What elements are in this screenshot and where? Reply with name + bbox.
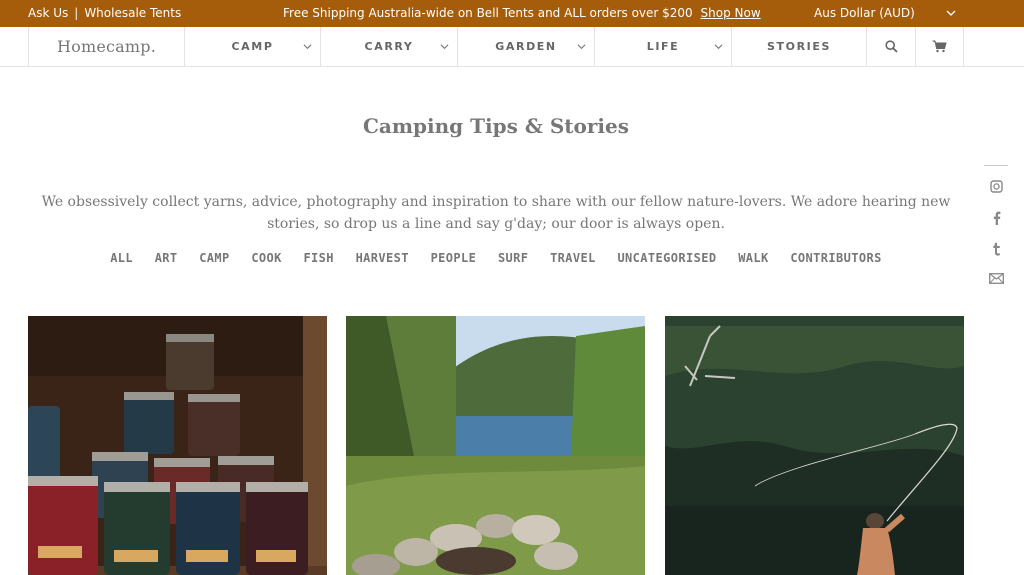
nav-item-label: STORIES: [767, 40, 831, 53]
instagram-icon[interactable]: [984, 180, 1008, 211]
category-cook[interactable]: COOK: [251, 251, 282, 265]
site-logo[interactable]: Homecamp.: [28, 27, 184, 66]
category-contributors[interactable]: CONTRIBUTORS: [790, 251, 882, 265]
nav-item-label: GARDEN: [495, 40, 557, 53]
search-button[interactable]: [866, 27, 915, 66]
shop-now-link[interactable]: Shop Now: [701, 6, 761, 20]
story-card-image[interactable]: [28, 316, 327, 575]
category-filter: ALL ART CAMP COOK FISH HARVEST PEOPLE SU…: [0, 251, 992, 265]
chevron-down-icon: [440, 44, 449, 50]
nav-item-camp[interactable]: CAMP: [184, 27, 320, 66]
story-card-image[interactable]: [346, 316, 645, 575]
chevron-down-icon: [303, 44, 312, 50]
nav-item-carry[interactable]: CARRY: [320, 27, 457, 66]
category-harvest[interactable]: HARVEST: [356, 251, 409, 265]
promo-text: Free Shipping Australia-wide on Bell Ten…: [283, 6, 693, 20]
ask-us-link[interactable]: Ask Us: [28, 6, 68, 20]
category-uncategorised[interactable]: UNCATEGORISED: [617, 251, 716, 265]
social-divider: [984, 165, 1008, 166]
campfire-lake-photo: [346, 316, 645, 575]
nav-item-life[interactable]: LIFE: [594, 27, 731, 66]
promo-message: Free Shipping Australia-wide on Bell Ten…: [283, 6, 761, 20]
category-surf[interactable]: SURF: [498, 251, 529, 265]
main-navigation: Homecamp. CAMP CARRY GARDEN LIFE STORIES: [0, 27, 1024, 67]
facebook-icon[interactable]: [984, 211, 1008, 242]
page-title: Camping Tips & Stories: [363, 114, 629, 138]
category-travel[interactable]: TRAVEL: [550, 251, 596, 265]
category-walk[interactable]: WALK: [738, 251, 769, 265]
topbar-separator: |: [74, 6, 79, 20]
category-camp[interactable]: CAMP: [199, 251, 230, 265]
currency-label: Aus Dollar (AUD): [814, 6, 915, 20]
category-fish[interactable]: FISH: [303, 251, 334, 265]
chevron-down-icon[interactable]: [946, 8, 956, 18]
chevron-down-icon: [577, 44, 586, 50]
nav-item-garden[interactable]: GARDEN: [457, 27, 594, 66]
search-icon: [884, 40, 898, 53]
cart-button[interactable]: [915, 27, 963, 66]
currency-selector[interactable]: Aus Dollar (AUD): [814, 6, 915, 20]
category-art[interactable]: ART: [155, 251, 178, 265]
nav-divider: [963, 27, 964, 66]
social-links: [984, 165, 1008, 304]
intro-paragraph: We obsessively collect yarns, advice, ph…: [41, 194, 951, 232]
wholesale-tents-link[interactable]: Wholesale Tents: [84, 6, 181, 20]
topbar-left-links: Ask Us | Wholesale Tents: [28, 6, 181, 20]
story-card-image[interactable]: [665, 316, 964, 575]
announcement-bar: Ask Us | Wholesale Tents Free Shipping A…: [0, 0, 1024, 27]
cart-icon: [932, 40, 947, 53]
category-all[interactable]: ALL: [110, 251, 133, 265]
tumblr-icon[interactable]: [984, 242, 1008, 273]
nav-item-label: LIFE: [646, 40, 680, 53]
nav-item-label: CARRY: [364, 40, 414, 53]
chevron-down-icon: [714, 44, 723, 50]
candle-tins-photo: [28, 316, 327, 575]
category-people[interactable]: PEOPLE: [431, 251, 477, 265]
email-icon[interactable]: [984, 273, 1008, 304]
nav-item-label: CAMP: [231, 40, 274, 53]
nav-item-stories[interactable]: STORIES: [731, 27, 866, 66]
fly-fishing-photo: [665, 316, 964, 575]
